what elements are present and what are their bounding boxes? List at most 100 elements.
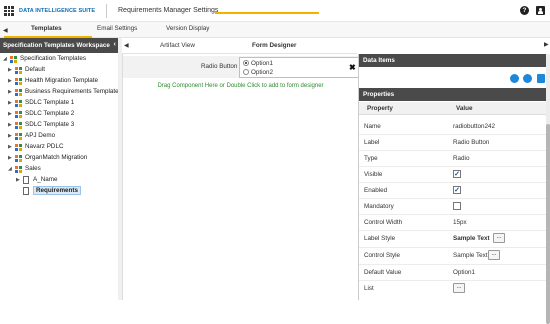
property-name: List [364, 285, 374, 292]
style-sample: Sample Text [453, 252, 488, 259]
property-row-default-value[interactable]: Default Value Option1 [359, 265, 547, 281]
workspace-title: Specification Templates Workspace [3, 42, 110, 49]
collapsed-arrow-icon[interactable]: ▶ [8, 155, 12, 161]
property-row-mandatory[interactable]: Mandatory [359, 199, 547, 215]
radio-selected-icon[interactable] [243, 60, 249, 67]
tab-artifact-view[interactable]: Artifact View [160, 42, 195, 49]
help-icon[interactable]: ? [520, 6, 529, 15]
template-icon [15, 99, 22, 107]
radio-label: Option2 [251, 69, 274, 76]
tree-label: Requirements [33, 186, 81, 195]
collapse-panel-icon[interactable]: ‹ [114, 41, 116, 48]
collapsed-arrow-icon[interactable]: ▶ [8, 111, 12, 117]
expand-icon[interactable]: ◢ [8, 166, 12, 172]
property-name: Enabled [364, 187, 388, 194]
property-value[interactable]: Radio [453, 155, 469, 162]
property-value[interactable]: 15px [453, 219, 467, 226]
radio-option-2[interactable]: Option2 [243, 69, 273, 76]
template-icon [15, 121, 22, 129]
scroll-left-icon[interactable]: ◀ [3, 27, 8, 34]
tree-label: A_Name [33, 176, 58, 183]
collapsed-arrow-icon[interactable]: ▶ [8, 144, 12, 150]
property-name: Control Width [364, 219, 403, 226]
scroll-left-icon[interactable]: ◀ [124, 42, 129, 49]
tab-templates[interactable]: Templates [31, 25, 62, 32]
tab-form-designer[interactable]: Form Designer [252, 42, 296, 49]
column-value: Value [456, 105, 473, 112]
visible-checkbox[interactable]: ✓ [453, 170, 461, 178]
field-label: Radio Button [201, 63, 238, 70]
radio-label: Option1 [251, 60, 274, 67]
expand-icon[interactable]: ◢ [3, 56, 7, 62]
property-name: Label Style [364, 235, 396, 242]
tree-label: Navarz PDLC [25, 143, 64, 150]
property-row-label[interactable]: Label Radio Button [359, 135, 547, 151]
divider [106, 4, 107, 18]
tree-label: Health Migration Template [25, 77, 99, 84]
property-name: Control Style [364, 252, 401, 259]
style-sample: Sample Text [453, 235, 490, 242]
user-icon[interactable] [536, 6, 545, 15]
property-name: Label [364, 139, 380, 146]
property-value[interactable]: radiobutton242 [453, 123, 495, 130]
collapsed-arrow-icon[interactable]: ▶ [8, 133, 12, 139]
tree-label: SDLC Template 2 [25, 110, 75, 117]
tree-label: SDLC Template 1 [25, 99, 75, 106]
radio-option-1[interactable]: Option1 [243, 60, 273, 67]
properties-scrollbar[interactable] [546, 54, 550, 324]
tree-label: Specification Templates [20, 55, 87, 62]
tab-version-display[interactable]: Version Display [166, 25, 209, 32]
label-style-button[interactable]: ... [493, 233, 505, 243]
mandatory-checkbox[interactable] [453, 202, 461, 210]
scrollbar-thumb[interactable] [546, 124, 550, 324]
save-icon[interactable] [537, 74, 545, 83]
scroll-right-icon[interactable]: ▶ [544, 41, 549, 48]
property-name: Default Value [364, 269, 402, 276]
radio-group[interactable]: Option1 Option2 [239, 57, 362, 78]
tree-label: SDLC Template 3 [25, 121, 75, 128]
template-icon [15, 143, 22, 151]
tree-label: Default [25, 66, 45, 73]
template-icon [15, 66, 22, 74]
properties-header: Properties [359, 88, 547, 101]
collapsed-arrow-icon[interactable]: ▶ [16, 177, 20, 183]
remove-field-icon[interactable]: ✖ [349, 63, 356, 72]
property-row-control-width[interactable]: Control Width 15px [359, 215, 547, 231]
property-row-list[interactable]: List ... [359, 281, 547, 298]
brand-name: DATA INTELLIGENCE SUITE [19, 8, 96, 14]
settings-tab-bar: ◀ Templates Email Settings Version Displ… [0, 22, 550, 38]
form-field-row[interactable]: Radio Button Option1 Option2 ✖ [123, 56, 362, 78]
property-value[interactable]: Radio Button [453, 139, 489, 146]
collapsed-arrow-icon[interactable]: ▶ [8, 89, 12, 95]
property-row-control-style[interactable]: Control Style Sample Text ... [359, 248, 547, 265]
form-designer-canvas[interactable]: Radio Button Option1 Option2 ✖ Drag Comp… [122, 54, 362, 300]
column-property: Property [367, 105, 393, 112]
property-name: Mandatory [364, 203, 394, 210]
property-row-name[interactable]: Name radiobutton242 [359, 119, 547, 135]
list-edit-button[interactable]: ... [453, 283, 465, 293]
enabled-checkbox[interactable]: ✓ [453, 186, 461, 194]
copy-icon[interactable] [523, 74, 532, 83]
template-icon [15, 88, 22, 96]
collapsed-arrow-icon[interactable]: ▶ [8, 67, 12, 73]
property-row-type[interactable]: Type Radio [359, 151, 547, 167]
template-icon [15, 165, 22, 173]
control-style-button[interactable]: ... [488, 250, 500, 260]
template-icon [15, 154, 22, 162]
property-row-visible[interactable]: Visible ✓ [359, 167, 547, 183]
collapsed-arrow-icon[interactable]: ▶ [8, 100, 12, 106]
collapsed-arrow-icon[interactable]: ▶ [8, 122, 12, 128]
radio-unselected-icon[interactable] [243, 69, 249, 76]
template-icon [15, 77, 22, 85]
template-root-icon [10, 55, 17, 63]
collapsed-arrow-icon[interactable]: ▶ [8, 78, 12, 84]
property-row-label-style[interactable]: Label Style Sample Text ... [359, 231, 547, 248]
workspace-header: Specification Templates Workspace ‹ [0, 38, 120, 53]
property-row-enabled[interactable]: Enabled ✓ [359, 183, 547, 199]
search-data-icon[interactable] [510, 74, 519, 83]
right-panel: Data Items Properties Property Value Nam… [358, 54, 550, 300]
property-value[interactable]: Option1 [453, 269, 475, 276]
tab-email-settings[interactable]: Email Settings [97, 25, 137, 32]
designer-tab-bar [122, 38, 357, 54]
app-grid-icon[interactable] [4, 6, 14, 16]
